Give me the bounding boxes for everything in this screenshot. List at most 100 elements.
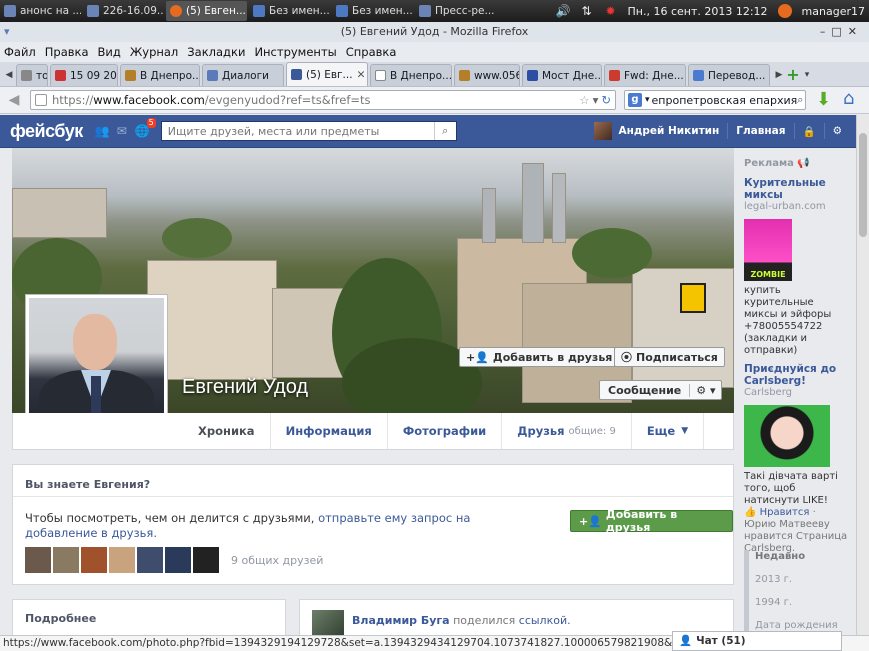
menu-file[interactable]: Файл (4, 45, 36, 59)
search-input[interactable]: епропетровская епархия (652, 94, 798, 107)
menu-bookmarks[interactable]: Закладки (187, 45, 245, 59)
browser-tab[interactable]: 15 09 201... (50, 64, 118, 86)
window-menu-icon[interactable]: ▾ (4, 22, 10, 42)
taskbar-item[interactable]: анонс на ... (0, 1, 81, 21)
alert-icon[interactable]: ✹ (604, 4, 618, 18)
avatar[interactable] (193, 547, 219, 573)
add-friend-button[interactable]: +👤 Добавить в друзья (459, 347, 620, 367)
bookmark-star-icon[interactable]: ☆ (579, 93, 592, 107)
friend-requests-icon[interactable]: 👥 (95, 124, 110, 138)
post-author-link[interactable]: Владимир Буга (352, 614, 450, 627)
chat-tab[interactable]: 👤 Чат (51) (672, 631, 842, 651)
notifications-icon[interactable]: 🌐 5 (135, 118, 156, 138)
browser-tab[interactable]: Fwd: Дне... (604, 64, 686, 86)
tab-timeline[interactable]: Хроника (183, 413, 271, 449)
timeline-recent[interactable]: Недавно (755, 550, 848, 563)
address-bar[interactable]: https://www.facebook.com/evgenyudod?ref=… (30, 90, 616, 110)
maximize-icon[interactable]: □ (831, 25, 847, 38)
scrollbar-thumb[interactable] (859, 133, 867, 237)
timeline-year[interactable]: 2013 г. (755, 573, 848, 586)
taskbar-item[interactable]: Пресс-ре... (415, 1, 496, 21)
close-tab-icon[interactable]: ✕ (353, 69, 366, 81)
bank-sign-icon (680, 283, 706, 313)
back-icon[interactable]: ◀ (3, 89, 25, 111)
mutual-friends-link[interactable]: 9 общих друзей (231, 554, 323, 567)
search-icon[interactable]: ⌕ (797, 93, 805, 107)
ad-image[interactable] (744, 405, 830, 467)
options-gear-icon[interactable]: ⚙ ▾ (689, 383, 721, 397)
menu-edit[interactable]: Правка (45, 45, 89, 59)
avatar[interactable] (165, 547, 191, 573)
ad-title[interactable]: Приєднуйся до Carlsberg! (744, 363, 848, 387)
clock[interactable]: Пн., 16 сент. 2013 12:12 (628, 5, 768, 18)
add-friend-button-green[interactable]: +👤 Добавить в друзья (570, 508, 733, 534)
taskbar-item[interactable]: Без имен... (332, 1, 413, 21)
avatar[interactable] (81, 547, 107, 573)
site-identity-icon[interactable] (35, 94, 47, 106)
firefox-icon (170, 5, 182, 17)
post-link[interactable]: ссылкой. (519, 614, 571, 627)
taskbar-item[interactable]: 226-16.09... (83, 1, 164, 21)
browser-tab[interactable]: В Днепро... (370, 64, 452, 86)
subscribe-button[interactable]: ⦿ Подписаться (614, 347, 725, 367)
tab-friends[interactable]: Друзья общие: 9 (502, 413, 632, 449)
taskbar-item[interactable]: Без имен... (249, 1, 330, 21)
menu-tools[interactable]: Инструменты (254, 45, 336, 59)
menu-history[interactable]: Журнал (130, 45, 178, 59)
ads-column: Реклама 📢 Курительные миксы legal-urban.… (744, 158, 848, 555)
ad-image[interactable]: ZOMBIE (744, 219, 792, 281)
timeline-year[interactable]: 1994 г. (755, 596, 848, 609)
like-link[interactable]: Нравится (760, 507, 810, 518)
tab-list-icon[interactable]: ▾ (800, 64, 814, 86)
download-icon[interactable]: ⬇ (816, 89, 831, 110)
browser-tab[interactable]: Диалоги (202, 64, 284, 86)
ad-title[interactable]: Курительные миксы (744, 177, 848, 201)
tab-photos[interactable]: Фотографии (388, 413, 503, 449)
dropdown-icon[interactable]: ▾ (593, 93, 602, 107)
browser-tab-active[interactable]: (5) Евг... ✕ (286, 62, 368, 86)
settings-gear-icon[interactable]: ⚙ (833, 125, 842, 137)
search-bar[interactable]: g ▾ епропетровская епархия ⌕ (624, 90, 806, 110)
megaphone-icon: 📢 (797, 158, 810, 169)
facebook-logo[interactable]: фейсбук (10, 121, 83, 142)
avatar[interactable] (312, 610, 344, 635)
tabs-scroll-right-icon[interactable]: ▶ (772, 64, 786, 86)
avatar[interactable] (109, 547, 135, 573)
firefox-tray-icon[interactable] (777, 4, 792, 18)
session-user[interactable]: manager17 (802, 5, 865, 18)
browser-tab[interactable]: www.056.... (454, 64, 520, 86)
search-engine-dropdown-icon[interactable]: ▾ (645, 95, 650, 105)
browser-tab[interactable]: Мост Дне... (522, 64, 602, 86)
avatar[interactable] (25, 547, 51, 573)
home-icon[interactable]: ⌂ (843, 88, 854, 109)
menu-view[interactable]: Вид (98, 45, 121, 59)
favicon-icon (55, 70, 66, 81)
tab-more[interactable]: Еще ▼ (632, 413, 705, 449)
search-icon[interactable]: ⌕ (433, 122, 456, 140)
minimize-icon[interactable]: – (820, 25, 832, 38)
page-scrollbar[interactable] (856, 115, 869, 635)
privacy-shortcuts-icon[interactable]: 🔒 (803, 125, 816, 138)
message-button[interactable]: Сообщение (600, 384, 689, 397)
rss-icon: ⦿ (621, 351, 632, 364)
tab-about[interactable]: Информация (271, 413, 388, 449)
messages-icon[interactable]: ✉ (115, 124, 129, 138)
menu-help[interactable]: Справка (346, 45, 397, 59)
browser-tab[interactable]: то... (16, 64, 48, 86)
close-icon[interactable]: ✕ (848, 25, 863, 38)
reload-icon[interactable]: ↻ (601, 93, 615, 107)
volume-icon[interactable]: 🔊 (556, 4, 571, 18)
browser-tab[interactable]: В Днепро... (120, 64, 200, 86)
home-link[interactable]: Главная (736, 125, 785, 137)
google-icon[interactable]: g (628, 93, 642, 107)
avatar[interactable] (53, 547, 79, 573)
browser-tab[interactable]: Перевод... (688, 64, 770, 86)
avatar[interactable] (137, 547, 163, 573)
user-name-link[interactable]: Андрей Никитин (618, 125, 719, 137)
network-icon[interactable]: ⇅ (580, 4, 594, 18)
facebook-search-input[interactable]: Ищите друзей, места или предметы ⌕ (160, 121, 457, 141)
avatar[interactable] (594, 122, 613, 140)
tabs-scroll-left-icon[interactable]: ◀ (2, 64, 16, 86)
new-tab-icon[interactable]: + (786, 64, 800, 86)
taskbar-item-firefox[interactable]: (5) Евген... (166, 1, 247, 21)
